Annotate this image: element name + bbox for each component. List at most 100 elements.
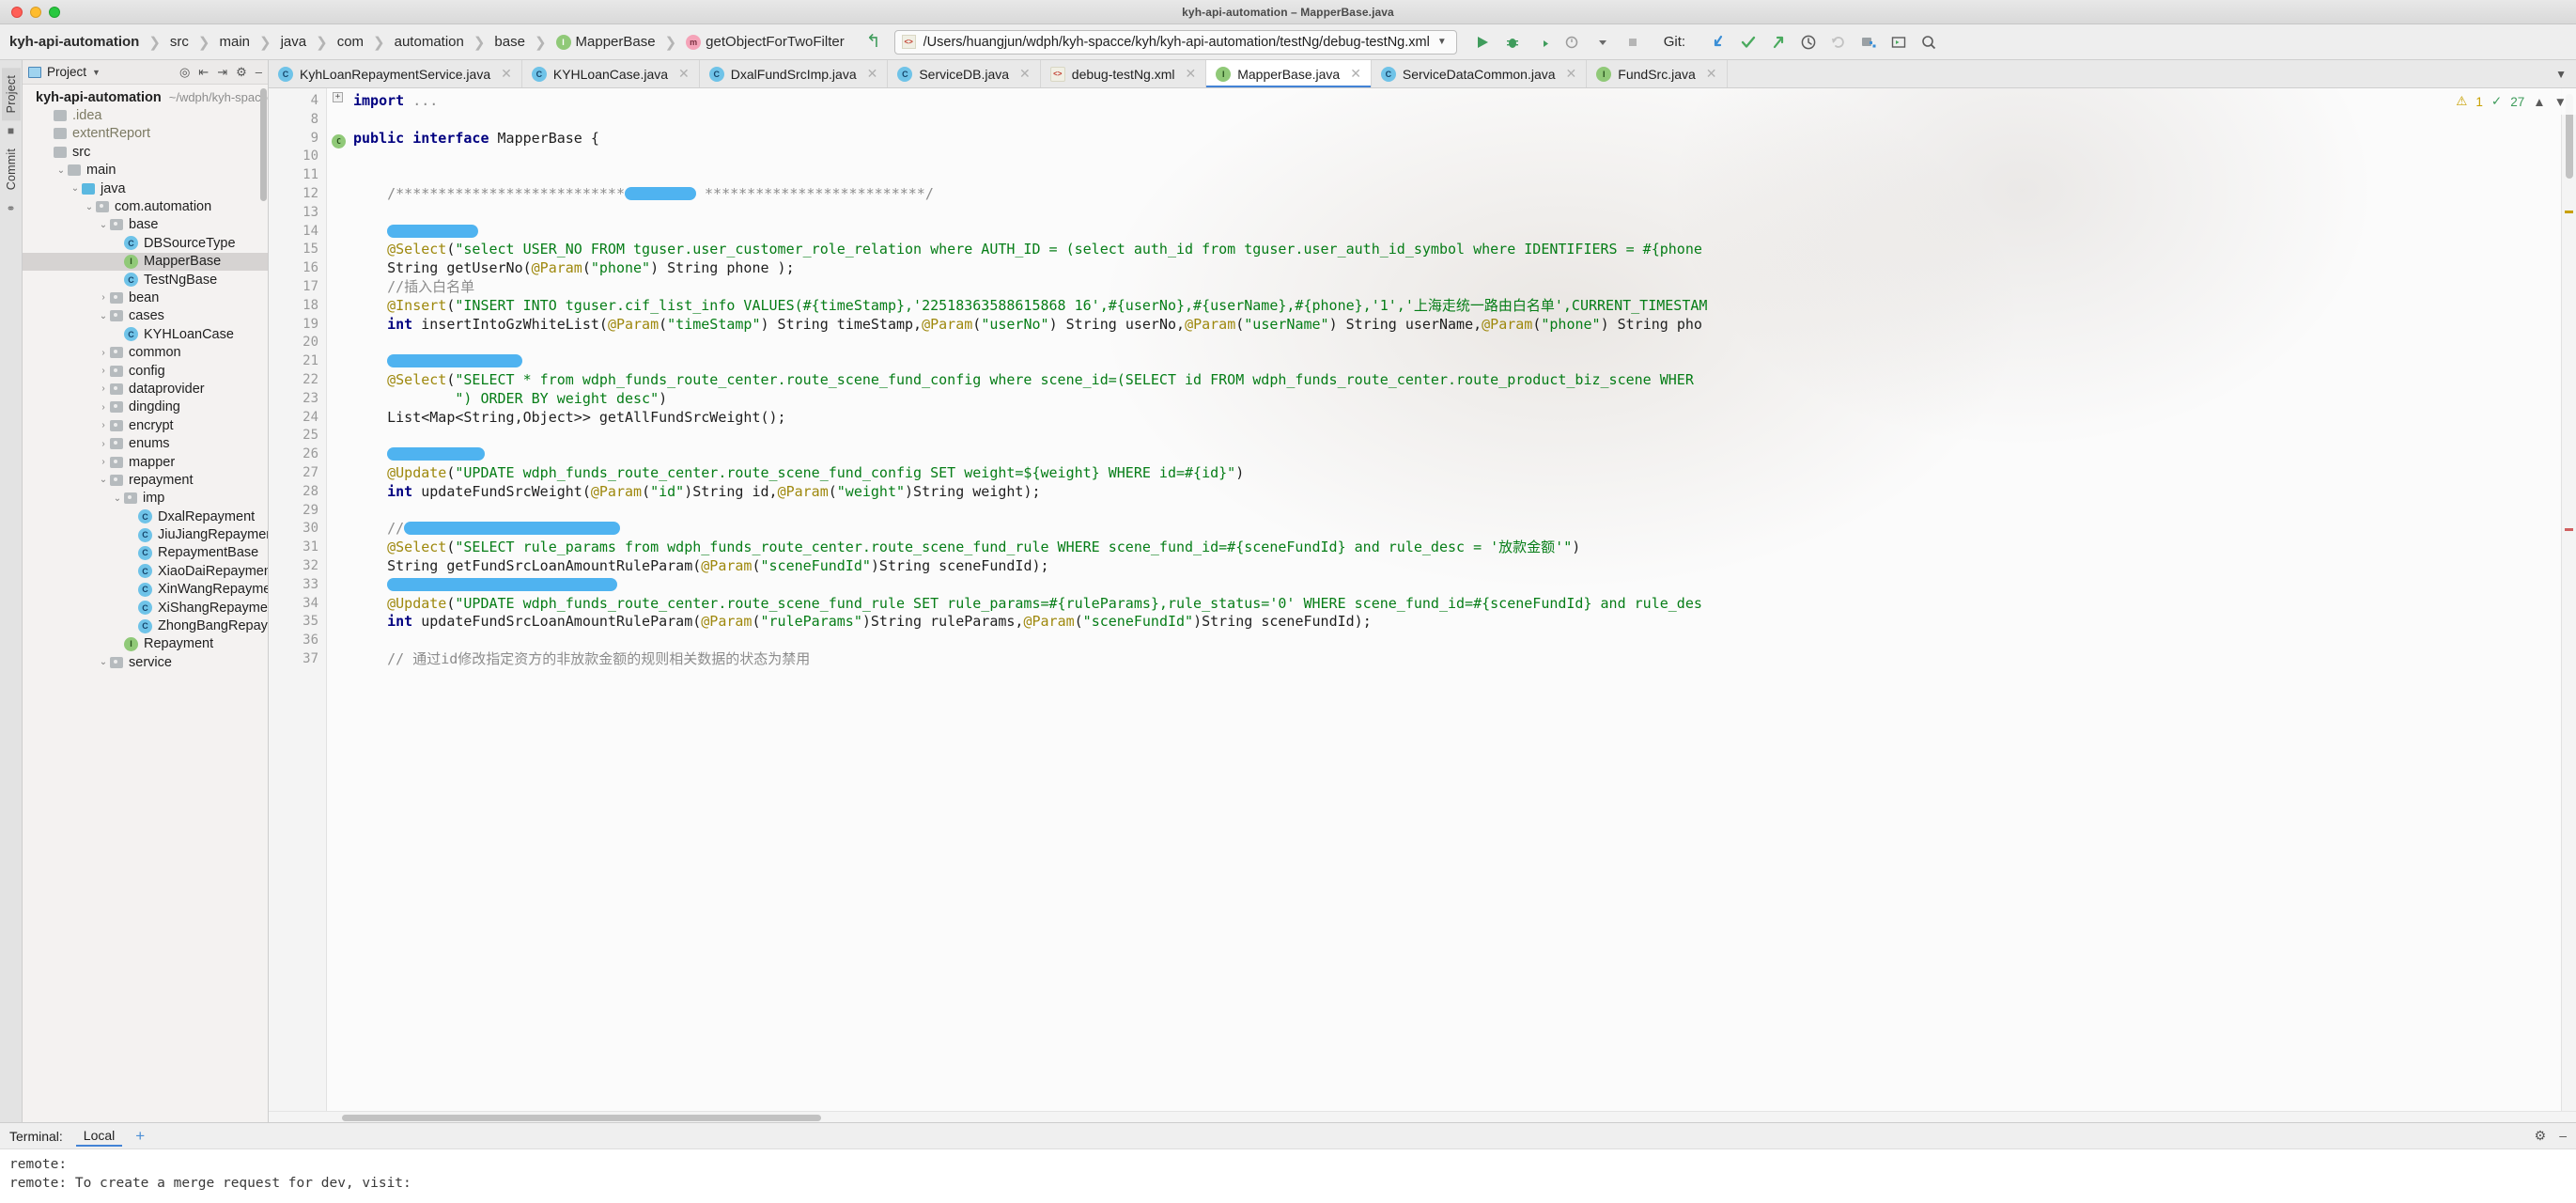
tree-twisty-icon[interactable]: ⌄	[83, 202, 96, 212]
close-icon[interactable]: ✕	[501, 66, 512, 82]
close-icon[interactable]: ✕	[1706, 66, 1717, 82]
code-line[interactable]: int insertIntoGzWhiteList(@Param("timeSt…	[327, 316, 2561, 335]
tree-item-repayment[interactable]: ⌄ repayment	[23, 471, 268, 489]
stop-button[interactable]	[1619, 29, 1647, 55]
minimize-icon[interactable]: –	[2559, 1128, 2567, 1144]
tree-item-enums[interactable]: › enums	[23, 434, 268, 452]
git-rollback-icon[interactable]	[1824, 29, 1853, 55]
editor-tab-dxalfundsrcimp-java[interactable]: C DxalFundSrcImp.java ✕	[700, 60, 889, 87]
close-icon[interactable]: ✕	[1566, 66, 1577, 82]
tree-item-com-automation[interactable]: ⌄ com.automation	[23, 197, 268, 215]
tree-item-service[interactable]: ⌄ service	[23, 653, 268, 671]
line-number[interactable]: 37	[269, 650, 326, 669]
close-icon[interactable]: ✕	[1019, 66, 1031, 82]
tree-item--idea[interactable]: .idea	[23, 106, 268, 124]
inspection-widget[interactable]: ⚠ 1 ✓ 27 ▲ ▼	[2446, 88, 2576, 115]
tree-item-mapper[interactable]: › mapper	[23, 453, 268, 471]
tree-root-item[interactable]: kyh-api-automation ~/wdph/kyh-spacce	[23, 88, 268, 106]
line-number[interactable]: 34	[269, 595, 326, 614]
breadcrumb-item-base[interactable]: base	[486, 30, 534, 55]
line-number[interactable]: 17	[269, 278, 326, 297]
navigate-up-icon[interactable]: ↰	[866, 31, 881, 53]
editor-tab-mapperbase-java[interactable]: I MapperBase.java ✕	[1206, 60, 1372, 87]
breadcrumb-item-main[interactable]: main	[211, 30, 259, 55]
tab-overflow-controls[interactable]: ▼	[2546, 60, 2576, 87]
gear-icon[interactable]: ⚙	[236, 65, 247, 80]
code-line[interactable]: /*************************** ***********…	[327, 185, 2561, 204]
search-icon[interactable]	[1915, 29, 1943, 55]
editor-tab-servicedb-java[interactable]: C ServiceDB.java ✕	[888, 60, 1041, 87]
project-tree[interactable]: kyh-api-automation ~/wdph/kyh-spacce .idea…	[23, 85, 268, 1122]
tree-item-dingding[interactable]: › dingding	[23, 398, 268, 416]
close-window-button[interactable]	[11, 7, 23, 18]
tree-twisty-icon[interactable]: ›	[97, 383, 110, 394]
code-line[interactable]	[327, 166, 2561, 185]
code-line[interactable]	[327, 111, 2561, 130]
git-update-icon[interactable]	[1704, 29, 1732, 55]
code-line[interactable]: List<Map<String,Object>> getAllFundSrcWe…	[327, 409, 2561, 428]
code-line[interactable]	[327, 502, 2561, 521]
tree-item-repayment[interactable]: I Repayment	[23, 635, 268, 653]
tree-item-common[interactable]: › common	[23, 343, 268, 361]
breadcrumb-item-method[interactable]: m getObjectForTwoFilter	[677, 30, 853, 55]
project-structure-icon[interactable]	[1854, 29, 1883, 55]
tree-twisty-icon[interactable]: ⌄	[97, 311, 110, 321]
git-push-icon[interactable]	[1764, 29, 1792, 55]
terminal-tab-local[interactable]: Local	[75, 1126, 123, 1147]
code-line[interactable]: String getFundSrcLoanAmountRuleParam(@Pa…	[327, 557, 2561, 576]
line-number[interactable]: 24	[269, 409, 326, 428]
code-line[interactable]	[327, 148, 2561, 166]
editor-tab-bar[interactable]: C KyhLoanRepaymentService.java ✕ C KYHLoanCa…	[269, 60, 2576, 88]
code-line[interactable]: //插入白名单	[327, 278, 2561, 297]
tree-item-jiujiangrepayment[interactable]: C JiuJiangRepayment	[23, 525, 268, 543]
code-line[interactable]: @Update("UPDATE wdph_funds_route_center.…	[327, 595, 2561, 614]
line-number[interactable]: 31	[269, 539, 326, 557]
hide-icon[interactable]: –	[256, 65, 262, 79]
line-number[interactable]: 4	[269, 92, 326, 111]
project-scrollbar[interactable]	[260, 88, 267, 201]
code-line[interactable]: // 通过id修改指定资方的非放款金额的规则相关数据的状态为禁用	[327, 650, 2561, 669]
error-marker[interactable]	[2565, 528, 2573, 531]
code-line[interactable]: ") ORDER BY weight desc")	[327, 390, 2561, 409]
close-icon[interactable]: ✕	[678, 66, 690, 82]
maximize-window-button[interactable]	[49, 7, 60, 18]
tree-twisty-icon[interactable]: ›	[97, 348, 110, 358]
debug-button[interactable]	[1498, 29, 1527, 55]
tree-item-java[interactable]: ⌄ java	[23, 180, 268, 197]
code-line[interactable]	[327, 334, 2561, 352]
expand-icon[interactable]: ⇥	[217, 65, 227, 80]
editor-tab-fundsrc-java[interactable]: I FundSrc.java ✕	[1587, 60, 1728, 87]
code-line[interactable]: int updateFundSrcWeight(@Param("id")Stri…	[327, 483, 2561, 502]
line-number[interactable]: 28	[269, 483, 326, 502]
warning-marker[interactable]	[2565, 211, 2573, 213]
code-line[interactable]: @Select("SELECT rule_params from wdph_fu…	[327, 539, 2561, 557]
code-line[interactable]	[327, 352, 2561, 371]
editor-tab-debug-testng-xml[interactable]: <> debug-testNg.xml ✕	[1041, 60, 1207, 87]
run-button[interactable]	[1468, 29, 1497, 55]
code-line[interactable]: //	[327, 520, 2561, 539]
line-number[interactable]: 25	[269, 427, 326, 445]
tree-twisty-icon[interactable]: ›	[97, 366, 110, 376]
prev-highlight-icon[interactable]: ▲	[2533, 95, 2545, 109]
code-line[interactable]: @Insert("INSERT INTO tguser.cif_list_inf…	[327, 297, 2561, 316]
line-number[interactable]: 30	[269, 520, 326, 539]
collapse-icon[interactable]: ⇤	[198, 65, 209, 80]
breadcrumb-item-com[interactable]: com	[329, 30, 372, 55]
breadcrumb-item-automation[interactable]: automation	[386, 30, 473, 55]
code-content[interactable]: + import ... public interface MapperBase …	[327, 88, 2561, 1111]
code-line[interactable]: public interface MapperBase {	[327, 130, 2561, 148]
terminal-icon[interactable]	[1885, 29, 1913, 55]
code-line[interactable]: @Update("UPDATE wdph_funds_route_center.…	[327, 464, 2561, 483]
add-terminal-button[interactable]: +	[135, 1127, 145, 1146]
chevron-down-icon[interactable]: ▼	[2555, 68, 2567, 81]
code-line[interactable]: @Select("SELECT * from wdph_funds_route_…	[327, 371, 2561, 390]
line-number[interactable]: 20	[269, 334, 326, 352]
next-highlight-icon[interactable]: ▼	[2554, 95, 2567, 109]
code-line[interactable]	[327, 427, 2561, 445]
code-line[interactable]	[327, 576, 2561, 595]
code-line[interactable]	[327, 223, 2561, 242]
tree-twisty-icon[interactable]: ›	[97, 457, 110, 467]
line-number[interactable]: 32	[269, 557, 326, 576]
line-number[interactable]: 26	[269, 445, 326, 464]
chevron-down-icon[interactable]: ▼	[92, 68, 101, 77]
